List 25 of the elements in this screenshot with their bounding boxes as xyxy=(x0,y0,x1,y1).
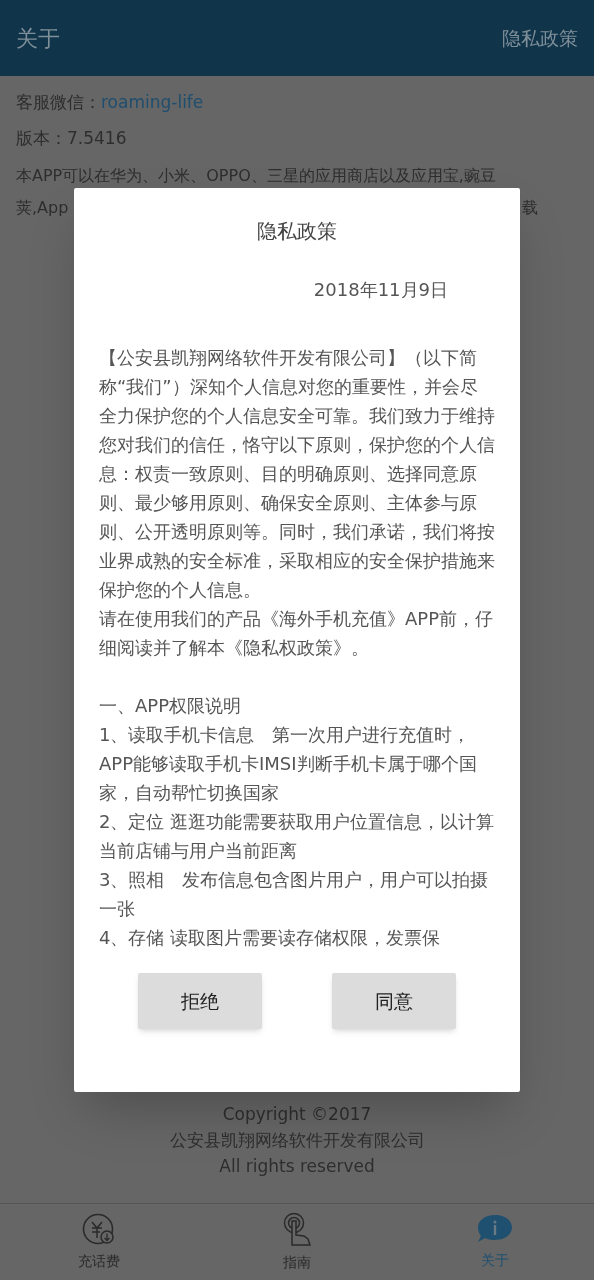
nav-tab[interactable]: 指南 xyxy=(198,1204,396,1280)
version-text: 版本：7.5416 xyxy=(16,127,127,150)
policy-paragraph: 2、定位 逛逛功能需要获取用户位置信息，以计算当前店铺与用户当前距离 xyxy=(99,810,495,863)
section-heading: 一、APP权限说明 xyxy=(99,694,243,718)
policy-paragraph: 1、读取手机卡信息 第一次用户进行充值时，APP能够读取手机卡IMSI判断手机卡属于哪个国家，自动帮忙切换国家 xyxy=(99,723,478,805)
nav-tab[interactable]: 充话费 xyxy=(0,1204,198,1280)
copyright-text: All rights reserved xyxy=(219,1155,375,1178)
page-title: 关于 xyxy=(16,24,60,53)
dialog-button[interactable]: 拒绝 xyxy=(138,973,262,1029)
touch-hand-icon xyxy=(282,1211,312,1248)
wechat-link[interactable]: roaming-life xyxy=(101,90,204,116)
yuan-coin-icon xyxy=(82,1212,116,1247)
privacy-policy-link[interactable]: 隐私政策 xyxy=(502,23,578,53)
intro-text: 本APP可以在华为、小米、OPPO、三星的应用商店以及应用宝,豌豆 xyxy=(16,164,496,187)
policy-paragraph: 请在使用我们的产品《海外手机充值》APP前，仔细阅读并了解本《隐私权政策》。 xyxy=(99,607,495,660)
dialog-button[interactable]: 同意 xyxy=(332,973,456,1029)
intro-text: 载 xyxy=(522,196,538,219)
policy-date: 2018年11月9日 xyxy=(313,278,448,302)
dialog-title: 隐私政策 xyxy=(256,218,338,245)
policy-paragraph: 3、照相 发布信息包含图片用户，用户可以拍摄一张 xyxy=(99,868,490,921)
policy-paragraph: 4、存储 读取图片需要读存储权限，发票保 xyxy=(99,926,442,950)
wechat-label: 客服微信： xyxy=(16,91,101,115)
intro-text: 荚,App xyxy=(16,196,69,219)
policy-paragraph: 【公安县凯翔网络软件开发有限公司】（以下简称“我们”）深知个人信息对您的重要性，并会尽全力保护您的个人信息安全可靠。我们致力于维持您对我们的信任，恪守以下原则，保护您的个人信息：权责一致原则、目的明确原则、选择同意原则、最少够用原则、确保安全原则、主体参与原则、公开透明原则等。同时，我们承诺，我们将按业界成熟的安全标准，采取相应的安全保护措施来保护您的个人信息。 xyxy=(99,346,495,602)
nav-tab[interactable]: 关于 xyxy=(396,1204,594,1280)
